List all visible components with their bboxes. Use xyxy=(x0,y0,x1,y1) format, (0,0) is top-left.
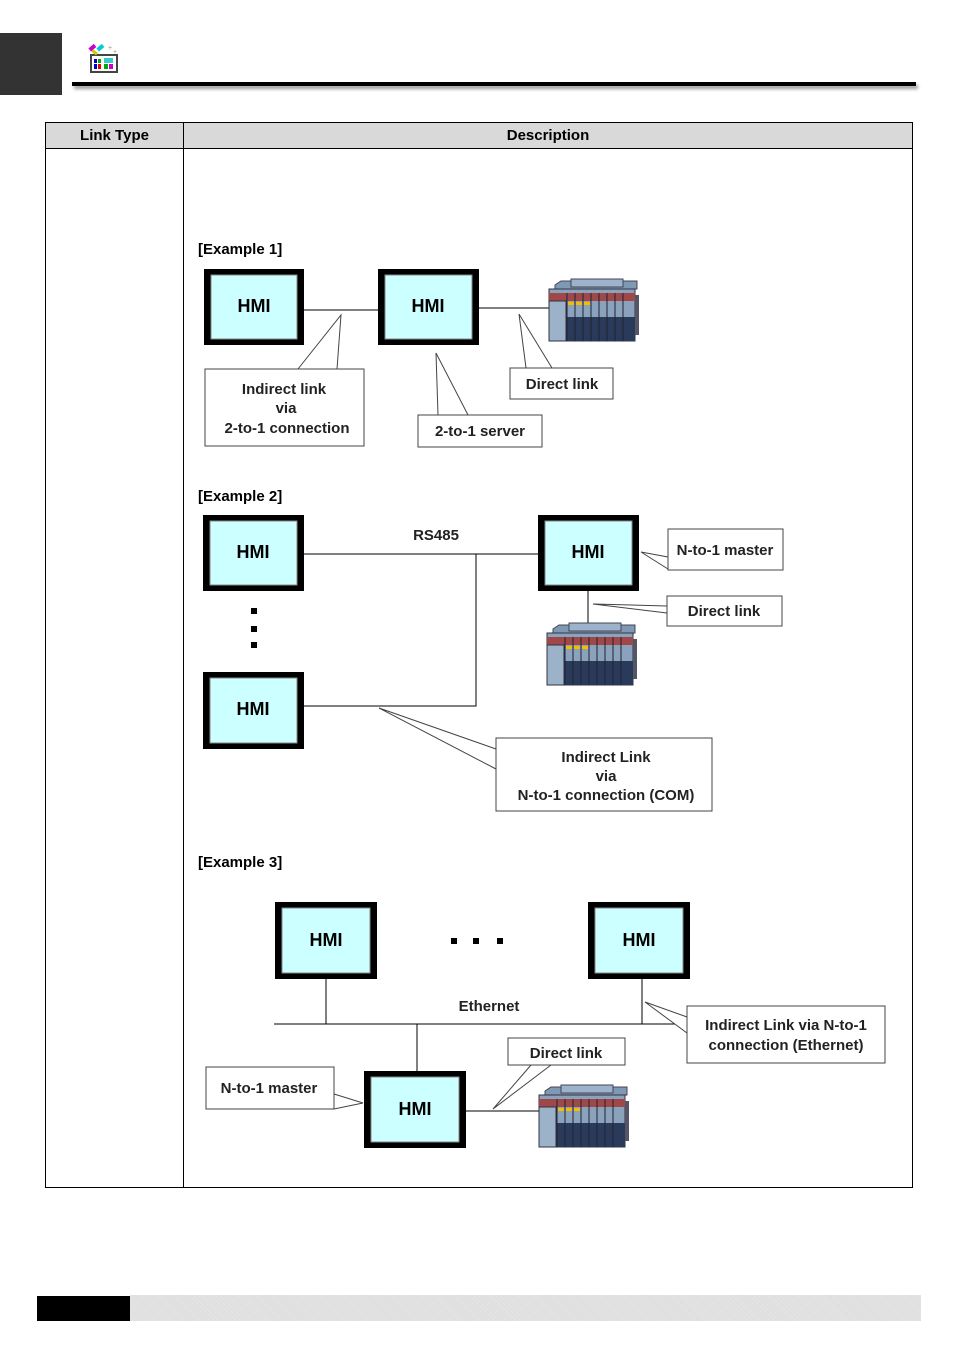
hmi-toolbox-icon: ++ xyxy=(88,43,118,73)
svg-text:Direct link: Direct link xyxy=(530,1045,603,1062)
svg-text:+: + xyxy=(113,49,117,56)
plc-icon xyxy=(546,622,638,686)
svg-text:via: via xyxy=(596,768,618,785)
svg-text:2-to-1 connection: 2-to-1 connection xyxy=(224,420,349,437)
example-3-title: [Example 3] xyxy=(198,854,282,871)
header-rule xyxy=(72,82,916,86)
callout-2to1-server: 2-to-1 server xyxy=(417,352,543,448)
svg-text:HMI: HMI xyxy=(623,930,656,950)
ellipsis-dots-vertical xyxy=(251,608,257,648)
svg-text:HMI: HMI xyxy=(399,1099,432,1119)
description-cell: [Example 1] HMI HMI Indirect link via 2-… xyxy=(183,148,913,1188)
example-3-hmi-left: HMI xyxy=(275,902,377,979)
example-3-hmi-master: HMI xyxy=(364,1071,466,1148)
example-2-hmi-top: HMI xyxy=(203,515,304,591)
example-1-title: [Example 1] xyxy=(198,241,282,258)
example-3-hmi-right: HMI xyxy=(588,902,690,979)
svg-text:2-to-1 server: 2-to-1 server xyxy=(435,423,525,440)
ethernet-label: Ethernet xyxy=(459,998,520,1015)
callout-direct-link-2: Direct link xyxy=(592,595,783,627)
plc-icon xyxy=(538,1084,630,1148)
table-row: [Example 1] HMI HMI Indirect link via 2-… xyxy=(45,148,913,1188)
svg-text:HMI: HMI xyxy=(238,296,271,316)
table-header-row: Link Type Description xyxy=(45,122,913,149)
plc-icon xyxy=(548,278,640,342)
link-type-cell xyxy=(45,148,184,1188)
callout-n-to-1-master-2: N-to-1 master xyxy=(640,528,784,571)
callout-indirect-link-com: Indirect Link via N-to-1 connection (COM… xyxy=(378,707,713,812)
example-1-hmi-a: HMI xyxy=(204,269,304,345)
page-corner-block xyxy=(0,33,62,95)
svg-text:N-to-1 master: N-to-1 master xyxy=(221,1080,318,1097)
rs485-label: RS485 xyxy=(413,527,459,544)
svg-text:HMI: HMI xyxy=(237,542,270,562)
col-header-link-type: Link Type xyxy=(45,122,184,149)
svg-text:HMI: HMI xyxy=(237,699,270,719)
link-diagrams: [Example 1] HMI HMI Indirect link via 2-… xyxy=(198,241,886,1148)
example-1-hmi-b: HMI xyxy=(378,269,479,345)
callout-n-to-1-master-3: N-to-1 master xyxy=(205,1066,364,1110)
svg-text:Direct link: Direct link xyxy=(526,376,599,393)
svg-text:+: + xyxy=(108,45,112,52)
footer-page-block xyxy=(37,1296,130,1321)
example-2-title: [Example 2] xyxy=(198,488,282,505)
svg-text:connection (Ethernet): connection (Ethernet) xyxy=(708,1037,863,1054)
svg-text:HMI: HMI xyxy=(572,542,605,562)
svg-text:via: via xyxy=(276,400,298,417)
svg-text:N-to-1 master: N-to-1 master xyxy=(677,542,774,559)
example-2-hmi-master: HMI xyxy=(538,515,639,591)
svg-text:HMI: HMI xyxy=(412,296,445,316)
ellipsis-dots-horizontal xyxy=(451,938,503,944)
svg-text:Indirect Link via N-to-1: Indirect Link via N-to-1 xyxy=(705,1017,867,1034)
svg-text:HMI: HMI xyxy=(310,930,343,950)
footer-bar xyxy=(130,1295,921,1321)
link-type-table: Link Type Description [Example 1] HMI HM… xyxy=(45,122,913,1188)
svg-text:Indirect link: Indirect link xyxy=(242,381,327,398)
svg-text:N-to-1 connection (COM): N-to-1 connection (COM) xyxy=(518,787,695,804)
col-header-description: Description xyxy=(183,122,913,149)
example-2-hmi-bottom: HMI xyxy=(203,672,304,749)
svg-text:Direct link: Direct link xyxy=(688,603,761,620)
svg-text:Indirect Link: Indirect Link xyxy=(561,749,651,766)
callout-indirect-link-ethernet: Indirect Link via N-to-1 connection (Eth… xyxy=(644,1001,886,1064)
